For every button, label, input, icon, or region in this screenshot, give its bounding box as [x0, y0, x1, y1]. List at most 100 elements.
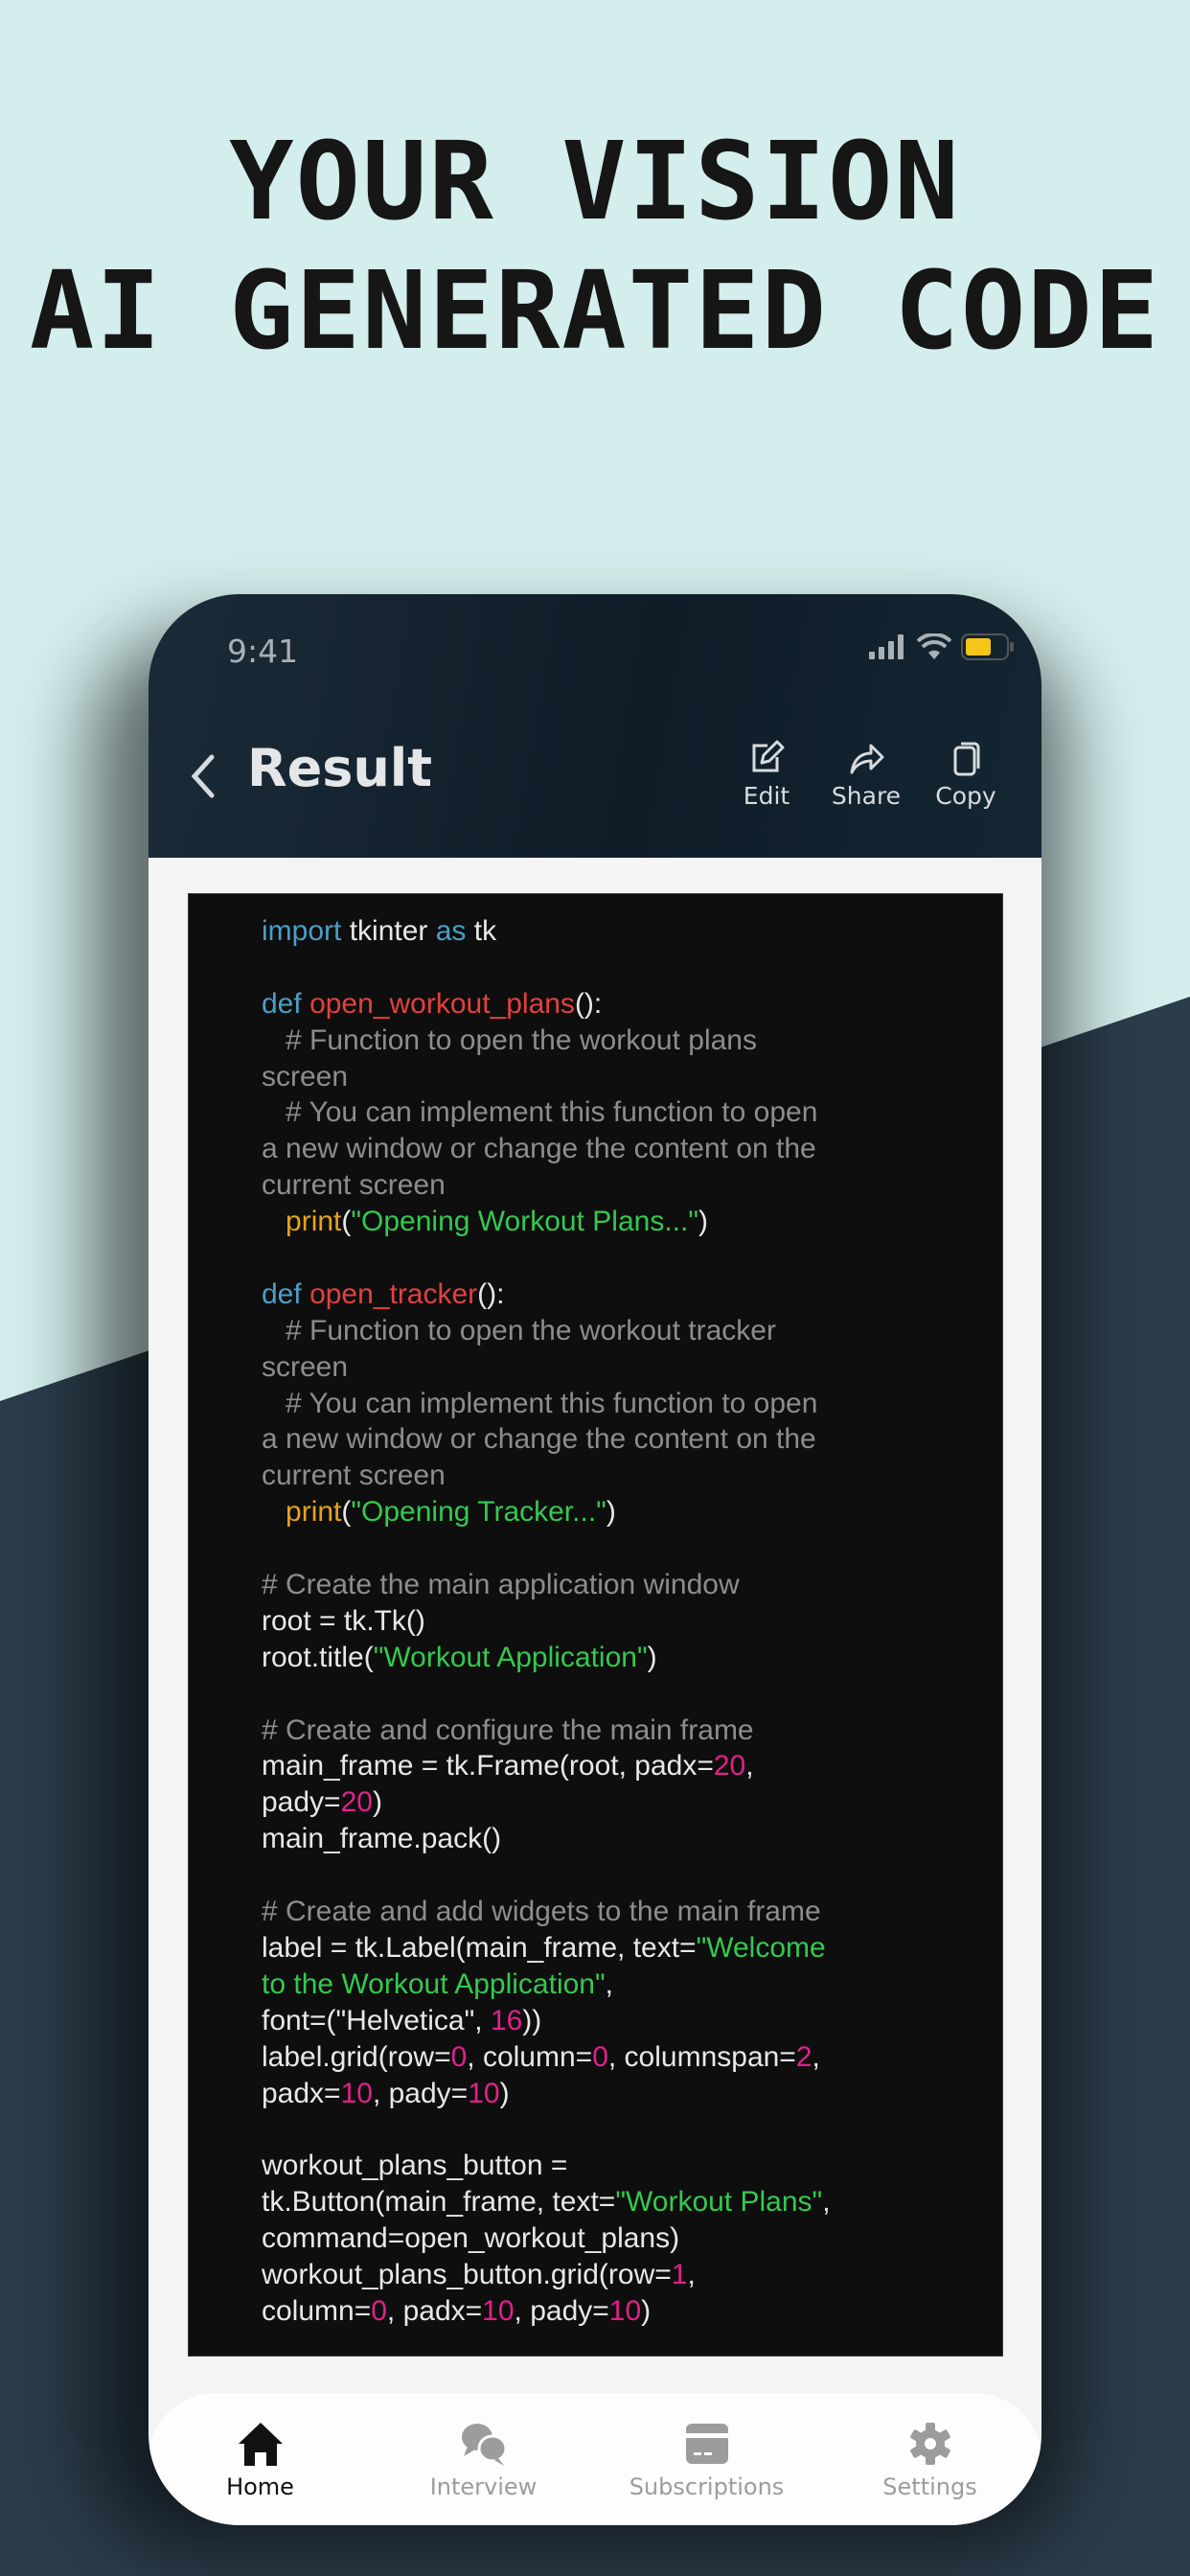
code-token: # Function to open the workout plans [262, 1024, 757, 1056]
code-line: workout_plans_button = [262, 2148, 951, 2184]
code-token: ) [698, 1206, 708, 1238]
copy-button[interactable]: Copy [927, 738, 1005, 810]
edit-button[interactable]: Edit [727, 738, 806, 810]
code-token: tk.Button(main_frame, text= [262, 2186, 616, 2219]
tab-interview[interactable]: Interview [388, 2420, 580, 2500]
code-token: , padx= [386, 2294, 483, 2327]
code-token: , [745, 1750, 754, 1782]
code-block[interactable]: import tkinter as tk def open_workout_pla… [188, 893, 1003, 2357]
code-token: open_tracker [309, 1277, 478, 1310]
signal-icon [869, 634, 904, 659]
code-token: 10 [608, 2294, 642, 2327]
copy-label: Copy [935, 782, 996, 810]
code-token: 10 [340, 2077, 373, 2109]
code-token: current screen [262, 1460, 446, 1492]
code-line: font=("Helvetica", 16)) [262, 2003, 951, 2039]
battery-icon [961, 633, 1014, 660]
code-token: workout_plans_button.grid(row= [262, 2258, 672, 2290]
code-line: current screen [262, 1167, 951, 1204]
share-button[interactable]: Share [827, 738, 905, 810]
code-token: def [262, 987, 302, 1020]
code-line: def open_tracker(): [262, 1276, 951, 1313]
tab-settings-label: Settings [882, 2473, 977, 2500]
code-token: main_frame = tk.Frame(root, padx= [262, 1750, 714, 1782]
code-token: tkinter [341, 915, 436, 947]
credit-card-icon [685, 2424, 728, 2464]
code-token: # Function to open the workout tracker [262, 1314, 776, 1346]
tab-interview-label: Interview [429, 2473, 538, 2500]
code-token: a new window or change the content on th… [262, 1423, 816, 1456]
code-line: # Create and configure the main frame [262, 1713, 951, 1749]
code-token: , [812, 2040, 820, 2073]
code-token: column= [262, 2294, 372, 2327]
code-token: screen [262, 1350, 349, 1383]
tab-home-label: Home [226, 2473, 294, 2500]
code-line: workout_plans_button.grid(row=1, [262, 2257, 951, 2293]
code-token: # Create and add widgets to the main fra… [262, 1896, 821, 1928]
code-token: 2 [795, 2040, 812, 2073]
chevron-left-icon[interactable] [185, 748, 223, 805]
headline-line-2: AI GENERATED CODE [29, 249, 1161, 374]
code-token: root.title( [262, 1641, 374, 1673]
code-token: padx= [262, 2077, 341, 2109]
code-token: ) [647, 1641, 657, 1673]
tab-subscriptions[interactable]: Subscriptions [611, 2420, 803, 2500]
tab-home[interactable]: Home [165, 2420, 356, 2500]
code-token: 16 [490, 2004, 523, 2036]
code-line: root.title("Workout Application") [262, 1640, 951, 1676]
code-token: "Opening Workout Plans..." [351, 1206, 698, 1238]
code-token: , [822, 2186, 831, 2219]
code-token: def [262, 1277, 302, 1310]
code-token: , pady= [372, 2077, 469, 2109]
code-token: # Create the main application window [262, 1569, 740, 1601]
code-token: ) [641, 2294, 652, 2327]
code-line: current screen [262, 1458, 951, 1494]
gear-icon [909, 2423, 950, 2465]
code-line: import tkinter as tk [262, 913, 951, 950]
tab-settings[interactable]: Settings [835, 2420, 1026, 2500]
status-icons [869, 632, 1015, 661]
code-token: label.grid(row= [262, 2040, 451, 2073]
code-token: a new window or change the content on th… [262, 1133, 816, 1165]
code-token: ) [372, 1786, 382, 1819]
code-token: # You can implement this function to ope… [262, 1387, 818, 1419]
code-token: label = tk.Label(main_frame, text= [262, 1931, 697, 1964]
code-line: # Create and add widgets to the main fra… [262, 1894, 951, 1930]
code-token: (): [477, 1277, 505, 1310]
copy-icon [953, 742, 980, 776]
code-token: current screen [262, 1169, 446, 1202]
home-icon [238, 2423, 283, 2466]
code-token: command=open_workout_plans) [262, 2222, 680, 2255]
chat-bubbles-icon [461, 2424, 507, 2466]
code-line: a new window or change the content on th… [262, 1421, 951, 1458]
code-line: # Create the main application window [262, 1567, 951, 1603]
code-line: print("Opening Tracker...") [262, 1494, 951, 1530]
code-token: ( [341, 1496, 352, 1529]
code-token: "Workout Plans" [615, 2186, 823, 2219]
share-label: Share [831, 782, 902, 810]
code-token: (): [574, 987, 603, 1020]
code-token: pady= [262, 1786, 341, 1819]
code-token: main_frame.pack() [262, 1823, 502, 1855]
code-token: , columnspan= [607, 2040, 796, 2073]
code-token: open_workout_plans [309, 987, 575, 1020]
code-token: 20 [713, 1750, 746, 1782]
code-line: to the Workout Application", [262, 1966, 951, 2003]
code-token: 20 [340, 1786, 373, 1819]
code-line: padx=10, pady=10) [262, 2076, 951, 2112]
code-token: , [605, 1967, 613, 2000]
code-line: pady=20) [262, 1784, 951, 1821]
code-line: # Function to open the workout tracker [262, 1313, 951, 1349]
code-line: screen [262, 1349, 951, 1386]
code-token: , [687, 2258, 696, 2290]
code-line: # You can implement this function to ope… [262, 1094, 951, 1131]
